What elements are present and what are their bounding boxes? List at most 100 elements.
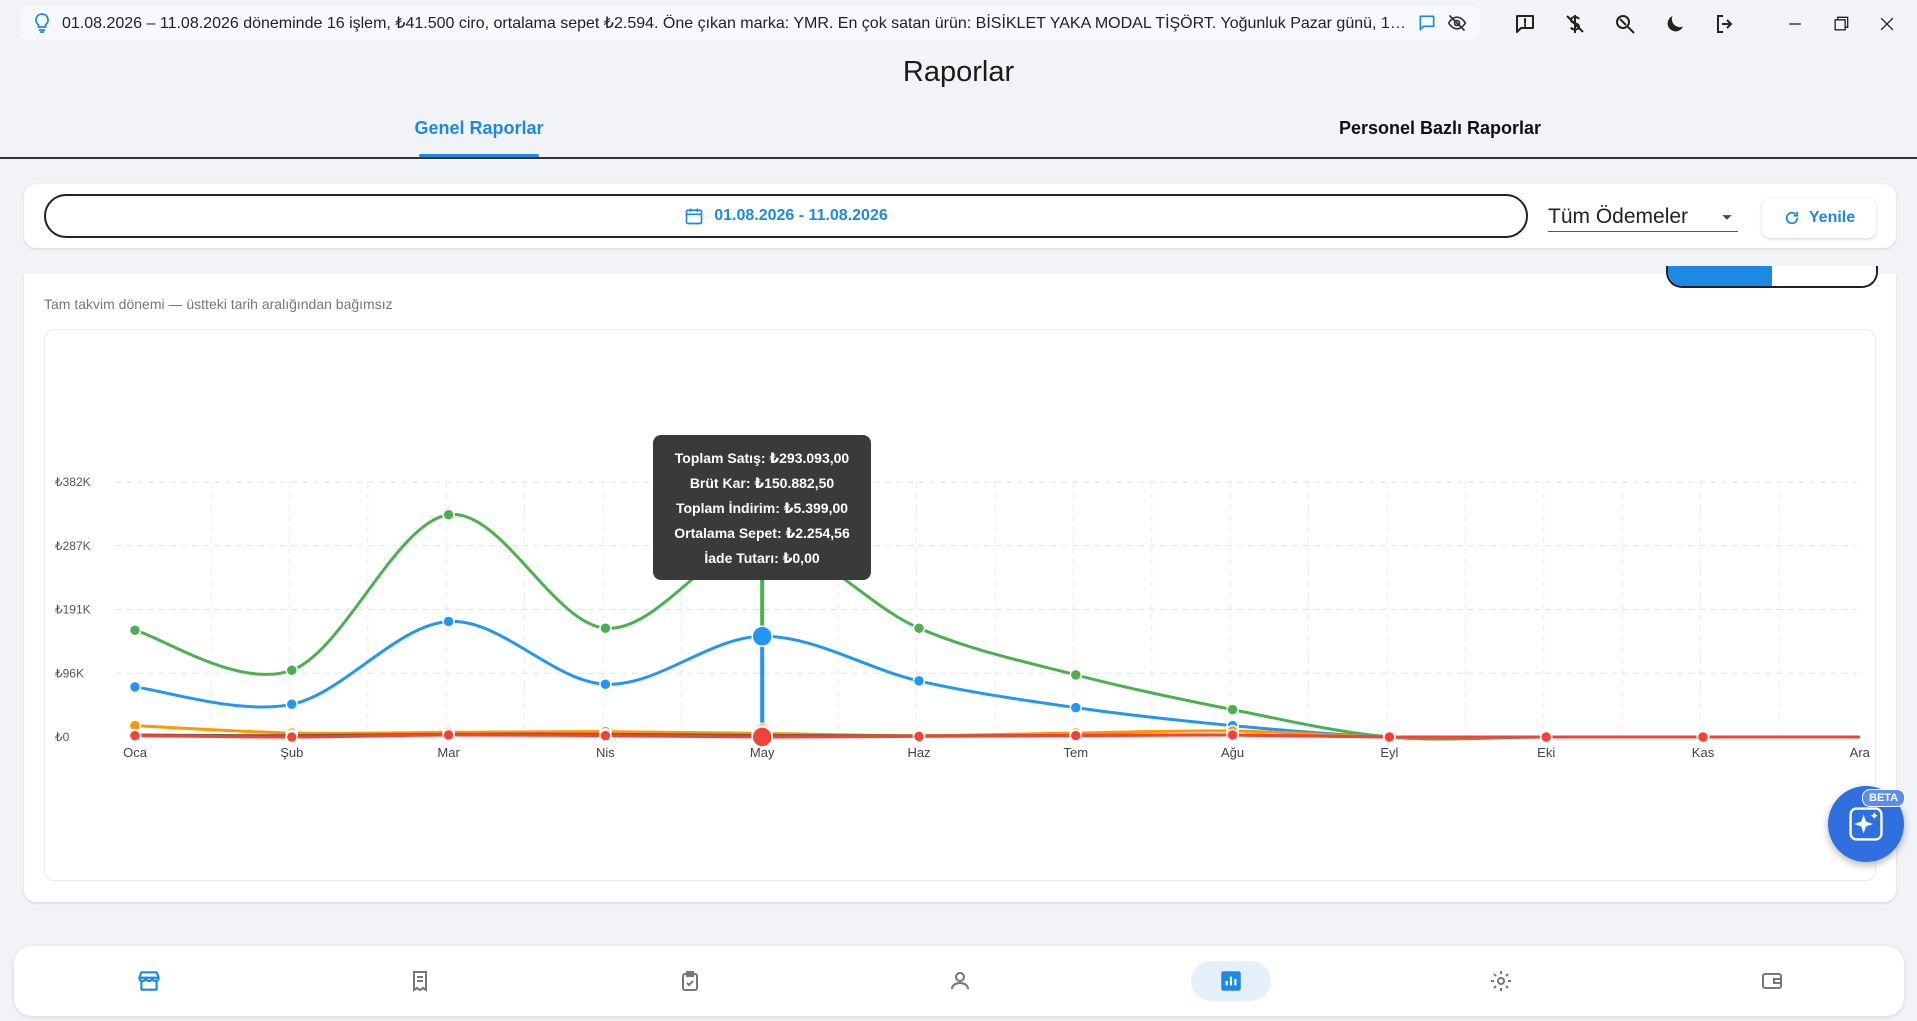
data-point-1 — [912, 674, 926, 688]
page-title: Raporlar — [902, 56, 1015, 88]
report-subtitle: Tam takvim dönemi — üstteki tarih aralığ… — [44, 296, 393, 312]
data-point-0 — [1069, 668, 1083, 682]
x-tick-label: Oca — [123, 745, 148, 760]
search-off-icon[interactable] — [1608, 8, 1642, 40]
series-line-0 — [134, 513, 1860, 741]
clipboard-check-icon — [682, 971, 698, 991]
tooltip-refund-amount: İade Tutarı: ₺0,00 — [704, 550, 820, 566]
filter-card: 01.08.2026 - 11.08.2026 Tüm Ödemeler Yen… — [24, 184, 1896, 248]
x-tick-label: Eki — [1537, 745, 1555, 760]
dark-mode-icon[interactable] — [1658, 8, 1692, 40]
bottom-navigation — [14, 946, 1904, 1016]
line-chart[interactable]: ₺0₺96K₺191K₺287K₺382KOca Şub Mar Nis May Haz T… — [45, 330, 1877, 882]
nav-tasks[interactable] — [650, 961, 730, 1001]
data-point-4 — [1539, 730, 1553, 744]
data-point-4 — [128, 729, 142, 742]
tooltip-average-basket: Ortalama Sepet: ₺2.254,56 — [674, 525, 850, 541]
data-point-1 — [128, 680, 142, 694]
store-icon — [138, 971, 160, 991]
payment-filter-select[interactable]: Tüm Ödemeler — [1548, 202, 1738, 232]
hide-icon[interactable] — [1444, 10, 1470, 36]
insight-text: 01.08.2026 – 11.08.2026 döneminde 16 işl… — [62, 15, 1410, 32]
x-tick-label: Şub — [280, 745, 303, 760]
tooltip-gross-profit: Brüt Kar: ₺150.882,50 — [689, 475, 835, 491]
person-icon — [951, 972, 969, 990]
series-line-4 — [134, 733, 1860, 739]
chat-icon[interactable] — [1414, 10, 1440, 36]
minimize-icon[interactable] — [1778, 8, 1812, 40]
data-point-4 — [751, 726, 773, 748]
nav-settings[interactable] — [1461, 961, 1541, 1001]
data-point-0 — [128, 623, 142, 637]
data-point-4 — [599, 729, 612, 742]
dropdown-arrow-icon — [1722, 214, 1732, 220]
lightbulb-icon — [35, 13, 49, 33]
tab-general-reports[interactable]: Genel Raporlar — [379, 118, 579, 139]
sparkle-icon — [1849, 807, 1883, 841]
view-toggle-option-selected[interactable] — [1668, 266, 1772, 286]
data-point-1 — [285, 698, 299, 711]
window-controls — [1778, 8, 1904, 40]
data-point-0 — [1226, 703, 1239, 716]
data-point-1 — [442, 615, 455, 628]
data-point-4 — [1226, 728, 1239, 742]
y-tick-label: ₺191K — [55, 603, 91, 617]
date-range-text: 01.08.2026 - 11.08.2026 — [714, 207, 888, 224]
tab-bar: Genel Raporlar Personel Bazlı Raporlar — [0, 108, 1917, 159]
x-tick-label: Mar — [437, 745, 460, 760]
x-tick-label: Ara — [1850, 745, 1871, 760]
maximize-icon[interactable] — [1824, 8, 1858, 40]
data-point-4 — [442, 728, 455, 742]
sales-chart: ₺0 ₺96K ₺191K ₺287K ₺382K Oca Şub Mar Nis May Haz T… — [44, 329, 1876, 881]
close-icon[interactable] — [1870, 8, 1904, 40]
data-point-4 — [1696, 730, 1710, 744]
view-toggle-option[interactable] — [1772, 266, 1876, 286]
nav-store[interactable] — [109, 961, 189, 1001]
bar-chart-icon — [1221, 971, 1241, 991]
toolbar-actions — [1508, 8, 1742, 40]
receipt-icon — [413, 971, 427, 992]
calendar-icon — [685, 208, 703, 225]
nav-customers[interactable] — [920, 961, 1000, 1001]
refresh-icon — [1785, 211, 1799, 225]
nav-reports[interactable] — [1191, 961, 1271, 1001]
data-point-4 — [1383, 730, 1396, 744]
data-point-1 — [599, 678, 612, 691]
data-point-4 — [285, 730, 299, 744]
feedback-icon[interactable] — [1508, 8, 1542, 40]
gear-icon — [1491, 971, 1511, 991]
beta-badge: BETA — [1862, 789, 1906, 807]
x-tick-label: Haz — [907, 745, 930, 760]
x-tick-label: Kas — [1692, 745, 1715, 760]
tab-indicator — [419, 154, 539, 157]
report-card: Tam takvim dönemi — üstteki tarih aralığ… — [24, 266, 1896, 902]
money-off-icon[interactable] — [1558, 8, 1592, 40]
nav-receipts[interactable] — [380, 961, 460, 1001]
top-bar: 01.08.2026 – 11.08.2026 döneminde 16 işl… — [0, 0, 1917, 48]
tooltip-total-discount: Toplam İndirim: ₺5.399,00 — [675, 500, 849, 516]
data-point-4 — [912, 730, 926, 743]
payment-filter-value: Tüm Ödemeler — [1548, 204, 1689, 228]
wallet-icon — [1762, 973, 1782, 989]
data-point-0 — [285, 663, 299, 677]
date-range-picker[interactable]: 01.08.2026 - 11.08.2026 — [44, 194, 1528, 238]
y-tick-label: ₺0 — [55, 730, 70, 744]
chart-tooltip: Toplam Satış: ₺293.093,00 Brüt Kar: ₺150… — [653, 435, 871, 580]
y-tick-label: ₺287K — [55, 539, 91, 553]
data-point-0 — [442, 508, 455, 521]
data-point-0 — [912, 621, 926, 635]
tooltip-total-sales: Toplam Satış: ₺293.093,00 — [674, 450, 850, 466]
series-line-1 — [134, 620, 1860, 740]
tab-staff-reports[interactable]: Personel Bazlı Raporlar — [1290, 118, 1590, 139]
nav-wallet[interactable] — [1732, 961, 1812, 1001]
view-toggle[interactable] — [1666, 266, 1878, 288]
ai-insight-banner[interactable]: 01.08.2026 – 11.08.2026 döneminde 16 işl… — [20, 6, 1480, 40]
logout-icon[interactable] — [1708, 8, 1742, 40]
data-point-1 — [1069, 701, 1083, 714]
data-point-1 — [751, 625, 773, 648]
x-tick-label: Eyl — [1380, 745, 1398, 760]
data-point-0 — [599, 621, 612, 635]
y-tick-label: ₺96K — [55, 666, 84, 680]
refresh-label: Yenile — [1808, 209, 1856, 226]
refresh-button[interactable]: Yenile — [1762, 198, 1876, 238]
